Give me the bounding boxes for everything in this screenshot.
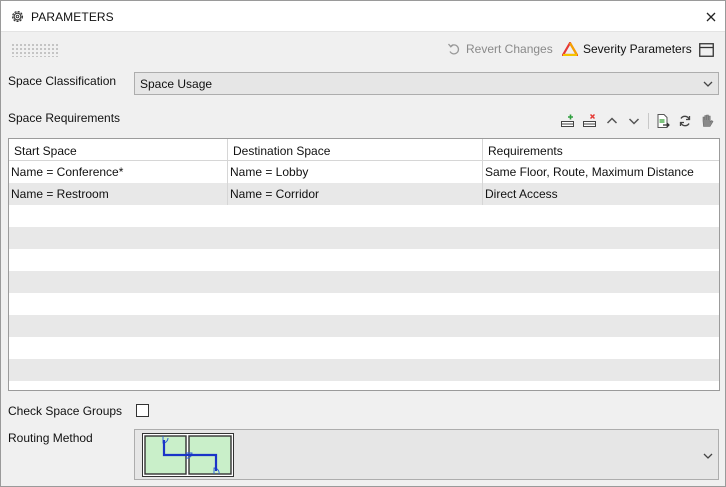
chevron-down-icon xyxy=(628,118,640,125)
space-requirements-label: Space Requirements xyxy=(8,111,121,125)
chevron-up-icon xyxy=(606,117,618,124)
empty-row xyxy=(9,249,719,271)
severity-parameters-button[interactable]: Severity Parameters xyxy=(562,42,692,56)
cell-destination-space: Name = Corridor xyxy=(228,183,483,205)
empty-row xyxy=(9,293,719,315)
space-classification-label: Space Classification xyxy=(8,74,117,88)
refresh-button[interactable] xyxy=(676,111,694,131)
move-up-button[interactable] xyxy=(603,111,621,131)
cell-destination-space: Name = Lobby xyxy=(228,161,483,183)
empty-row xyxy=(9,271,719,293)
warning-triangle-icon xyxy=(562,42,578,56)
window-title: PARAMETERS xyxy=(31,10,114,24)
gear-icon xyxy=(11,10,24,23)
empty-row xyxy=(9,359,719,381)
export-button[interactable] xyxy=(654,111,672,131)
routing-method-label: Routing Method xyxy=(8,431,93,445)
table-row[interactable]: Name = Restroom Name = Corridor Direct A… xyxy=(9,183,719,205)
routing-diagram-icon xyxy=(142,433,234,477)
add-row-icon xyxy=(561,114,574,127)
check-space-groups-checkbox[interactable] xyxy=(136,404,149,417)
table-row[interactable]: Name = Conference* Name = Lobby Same Flo… xyxy=(9,161,719,183)
remove-row-button[interactable] xyxy=(581,111,599,131)
requirements-toolbar xyxy=(559,111,719,131)
title-bar: PARAMETERS xyxy=(1,1,725,32)
cell-requirements: Same Floor, Route, Maximum Distance xyxy=(485,165,694,179)
column-header-destination-space[interactable]: Destination Space xyxy=(228,139,483,161)
column-header-requirements[interactable]: Requirements xyxy=(483,139,719,161)
hand-icon xyxy=(702,114,714,127)
add-row-button[interactable] xyxy=(559,111,577,131)
routing-method-select[interactable] xyxy=(134,429,719,480)
drag-grip[interactable] xyxy=(11,43,59,57)
revert-changes-button[interactable]: Revert Changes xyxy=(447,42,553,56)
chevron-down-icon xyxy=(703,81,713,87)
space-classification-value: Space Usage xyxy=(140,77,213,91)
export-icon xyxy=(657,114,670,128)
cell-requirements: Direct Access xyxy=(485,187,558,201)
space-classification-select[interactable]: Space Usage xyxy=(134,72,719,95)
parameters-dialog: PARAMETERS Revert Changes Severity Param… xyxy=(0,0,726,487)
chevron-down-icon xyxy=(703,453,713,459)
check-space-groups-label: Check Space Groups xyxy=(8,404,123,418)
panel-toggle-icon[interactable] xyxy=(699,43,714,57)
revert-changes-label: Revert Changes xyxy=(466,42,553,56)
select-mode-button[interactable] xyxy=(698,111,716,131)
refresh-icon xyxy=(679,115,691,127)
table-header: Start Space Destination Space Requiremen… xyxy=(9,139,719,161)
cell-start-space: Name = Restroom xyxy=(9,183,228,205)
close-icon xyxy=(706,12,716,22)
move-down-button[interactable] xyxy=(625,111,643,131)
empty-row xyxy=(9,337,719,359)
requirements-table: Start Space Destination Space Requiremen… xyxy=(8,138,720,391)
empty-row xyxy=(9,227,719,249)
close-button[interactable] xyxy=(701,7,721,27)
toolbar-separator xyxy=(648,113,649,129)
cell-start-space: Name = Conference* xyxy=(9,161,228,183)
empty-row xyxy=(9,315,719,337)
undo-icon xyxy=(447,43,460,55)
severity-parameters-label: Severity Parameters xyxy=(583,42,692,56)
empty-row xyxy=(9,205,719,227)
remove-row-icon xyxy=(583,113,596,127)
column-header-start-space[interactable]: Start Space xyxy=(9,139,228,161)
